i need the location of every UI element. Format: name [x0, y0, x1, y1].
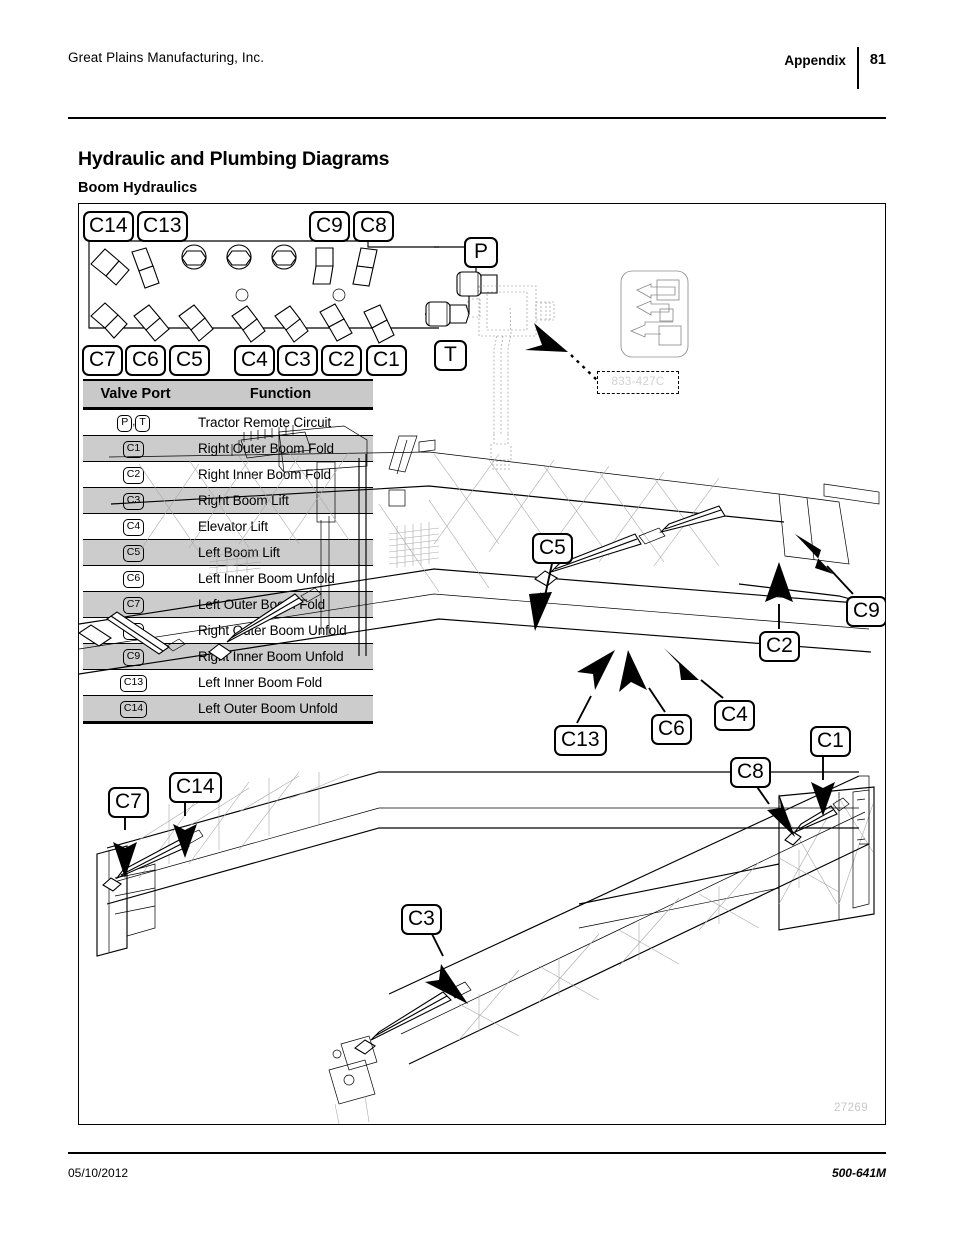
boom-callout-c8: C8 — [730, 757, 771, 788]
valve-port-tag-c6-bottom: C6 — [125, 345, 166, 376]
valve-manifold-block — [88, 240, 439, 344]
boom-callout-c1: C1 — [810, 726, 851, 757]
valve-fitting-c2 — [319, 303, 353, 342]
callout-leader-c6 — [619, 650, 666, 713]
boom-callout-c3: C3 — [401, 904, 442, 935]
chapter-label: Appendix — [784, 52, 846, 68]
footer-document-number: 500-641M — [831, 1166, 886, 1180]
boom-callout-c7: C7 — [108, 787, 149, 818]
valve-port-tag-c9-top: C9 — [309, 211, 350, 242]
boom-hydraulics-figure: C14 C13 C9 C8 C7 C6 C5 C4 C3 C2 C1 P T 8… — [78, 203, 886, 1125]
valve-fitting-c7 — [90, 302, 128, 339]
valve-port-tag-c8-top: C8 — [353, 211, 394, 242]
header-divider — [856, 47, 859, 89]
valve-port-tag-c14-top: C14 — [83, 211, 134, 242]
valve-fitting-c14 — [90, 248, 130, 286]
valve-port-tag-c1-bottom: C1 — [366, 345, 407, 376]
boom-callout-c13: C13 — [554, 725, 607, 756]
valve-port-hole-3 — [271, 244, 297, 270]
boom-callout-c4: C4 — [714, 700, 755, 731]
valve-port-tag-t: T — [434, 340, 467, 371]
figure-lineart — [79, 240, 880, 1124]
boom-frame-illustration-upper — [79, 425, 880, 724]
boom-callout-c14: C14 — [169, 772, 222, 803]
section-subtitle: Boom Hydraulics — [78, 180, 198, 196]
callout-arrow-partnumber — [525, 323, 568, 352]
boom-callout-c9: C9 — [846, 596, 885, 627]
page-header: Great Plains Manufacturing, Inc. Appendi… — [68, 47, 886, 89]
valve-port-tag-c13-top: C13 — [137, 211, 188, 242]
valve-fitting-c13 — [131, 247, 160, 289]
coupler-p — [456, 271, 498, 297]
valve-port-hole-1 — [181, 244, 207, 270]
valve-fitting-c1 — [363, 304, 395, 344]
valve-port-tag-c4-bottom: C4 — [234, 345, 275, 376]
cylinder-c9 — [659, 505, 726, 534]
callout-leader-c4 — [664, 648, 724, 699]
valve-port-tag-c5-bottom: C5 — [169, 345, 210, 376]
boom-screen-mesh — [208, 522, 440, 576]
callout-leader-c9 — [795, 534, 854, 595]
callout-leader-c13 — [576, 650, 615, 724]
cylinder-c5 — [79, 611, 186, 655]
callout-leader-c8 — [754, 783, 795, 837]
valve-port-tag-c2-bottom: C2 — [321, 345, 362, 376]
boom-frame-illustration-right — [578, 755, 875, 931]
valve-fitting-c5 — [178, 304, 214, 342]
boom-lattice-lower — [458, 850, 840, 1041]
page-title: Hydraulic and Plumbing Diagrams — [78, 148, 390, 170]
boom-callout-c5: C5 — [532, 533, 573, 564]
callout-leader-c3 — [425, 931, 468, 1004]
coupler-t — [425, 301, 470, 327]
valve-port-tag-c3-bottom: C3 — [277, 345, 318, 376]
hydraulic-decal-icon — [620, 270, 689, 358]
callout-leader-c5 — [529, 558, 554, 631]
callout-leader-c2 — [765, 562, 793, 629]
valve-fitting-c9 — [312, 247, 334, 285]
footer-date: 05/10/2012 — [68, 1166, 129, 1180]
valve-port-tag-c7-bottom: C7 — [82, 345, 123, 376]
valve-fitting-c8 — [352, 247, 378, 287]
hydraulic-hose — [490, 307, 512, 470]
company-name: Great Plains Manufacturing, Inc. — [68, 50, 265, 65]
valve-port-tag-p: P — [464, 237, 499, 268]
footer-rule-line — [68, 1152, 886, 1154]
page-number: 81 — [869, 52, 886, 68]
valve-port-hole-2 — [226, 244, 252, 270]
cylinder-c1-c8 — [784, 797, 850, 846]
boom-callout-c2: C2 — [759, 631, 800, 662]
boom-callout-c6: C6 — [651, 714, 692, 745]
header-rule-line — [68, 117, 886, 119]
part-number-callout: 833-427C — [597, 371, 679, 394]
valve-fitting-c3 — [274, 305, 309, 343]
figure-number: 27269 — [834, 1102, 868, 1114]
cylinder-c13 — [208, 587, 322, 661]
valve-fitting-c6 — [133, 304, 170, 342]
valve-fitting-c4 — [231, 305, 266, 343]
header-right-group: Appendix 81 — [784, 47, 886, 89]
